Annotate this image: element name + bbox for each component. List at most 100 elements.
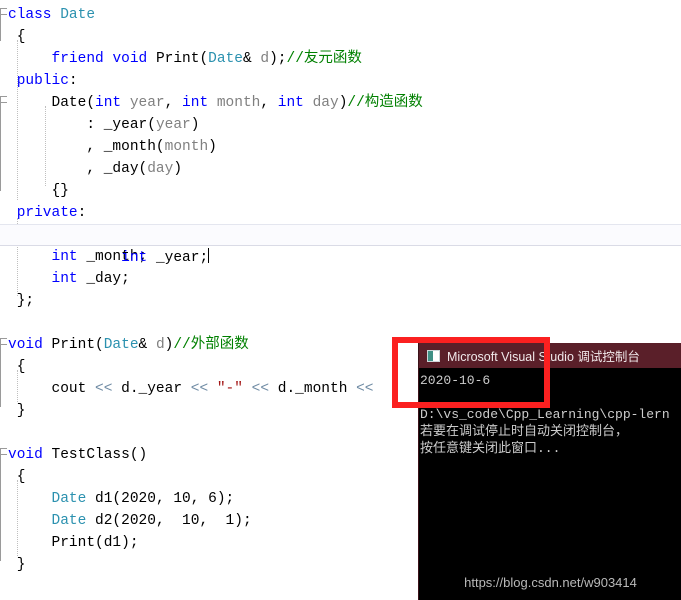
code-token: : (77, 205, 87, 221)
current-line-highlight: int _year; (0, 224, 681, 266)
code-token: Date( (8, 95, 96, 111)
code-line-text: , _month(month) (8, 136, 217, 158)
code-line-text: }; (8, 290, 34, 312)
code-token: { (8, 29, 26, 45)
code-token: class (8, 7, 61, 23)
code-token: , (164, 95, 183, 111)
code-token: private (16, 205, 78, 221)
code-token: void (8, 337, 43, 353)
code-line-text: Date d2(2020, 10, 1); (8, 510, 252, 532)
console-output-line: 2020-10-6 (420, 373, 491, 388)
console-titlebar[interactable]: Microsoft Visual Studio 调试控制台 (419, 343, 681, 368)
code-token: {} (8, 183, 69, 199)
code-line: {} (0, 180, 681, 202)
code-line-text: { (8, 356, 26, 378)
code-token: //友元函数 (286, 51, 362, 67)
text-caret (208, 248, 210, 263)
code-token: , _month( (8, 139, 165, 155)
code-token: , _day( (8, 161, 148, 177)
code-token: << (356, 381, 374, 397)
code-token: Date (103, 337, 139, 353)
code-token: friend (51, 51, 104, 67)
code-line: , _month(month) (0, 136, 681, 158)
code-token: : (68, 73, 78, 89)
code-token: Date (60, 7, 96, 23)
code-line-text: Print(d1); (8, 532, 139, 554)
code-token: int (277, 95, 304, 111)
console-output-line: D:\vs_code\Cpp_Learning\cpp-lern (420, 407, 670, 422)
code-line: Date(int year, int month, int day)//构造函数 (0, 92, 681, 114)
code-line: public: (0, 70, 681, 92)
code-token: Print( (42, 337, 104, 353)
code-token: d1(2020, 10, 6); (86, 491, 235, 507)
code-line-text: Date(int year, int month, int day)//构造函数 (8, 92, 423, 114)
current-line-rest: _year; (147, 250, 209, 266)
code-line-text: void Print(Date& d)//外部函数 (8, 334, 249, 356)
code-token: & (242, 51, 261, 67)
code-token: int (95, 95, 122, 111)
code-token: cout (8, 381, 96, 397)
code-token: Date (51, 491, 87, 507)
code-token: { (8, 469, 26, 485)
code-token: Print(d1); (8, 535, 139, 551)
code-line-text: private: (8, 202, 87, 224)
code-line: }; (0, 290, 681, 312)
code-token: //外部函数 (173, 337, 249, 353)
code-line: { (0, 26, 681, 48)
code-token: ) (190, 117, 200, 133)
code-token: month (216, 95, 261, 111)
code-token: ); (269, 51, 287, 67)
code-line: friend void Print(Date& d);//友元函数 (0, 48, 681, 70)
code-line-text: cout << d._year << "-" << d._month << (8, 378, 374, 400)
code-token: day (312, 95, 339, 111)
code-token: Date (208, 51, 243, 67)
code-token: int (182, 95, 209, 111)
code-line: , _day(day) (0, 158, 681, 180)
code-token: }; (8, 293, 35, 309)
code-token: void (112, 51, 148, 67)
code-line-text: public: (8, 70, 78, 92)
console-window[interactable]: Microsoft Visual Studio 调试控制台 2020-10-6 … (418, 343, 681, 600)
code-line-text: } (8, 554, 26, 576)
code-token: year (155, 117, 191, 133)
code-token: << (251, 381, 270, 397)
console-output-line: 按任意键关闭此窗口... (420, 441, 561, 456)
console-output: 2020-10-6 D:\vs_code\Cpp_Learning\cpp-le… (419, 368, 681, 457)
code-line: class Date (0, 4, 681, 26)
code-token: } (8, 403, 26, 419)
code-token: TestClass() (42, 447, 148, 463)
code-line-text: { (8, 26, 26, 48)
code-token: << (190, 381, 209, 397)
console-window-icon (427, 349, 440, 362)
code-token: d._year (112, 381, 191, 397)
code-token: year (129, 95, 165, 111)
code-line-text: } (8, 400, 26, 422)
code-token: d (260, 51, 270, 67)
code-token: << (95, 381, 113, 397)
code-token: void (8, 447, 43, 463)
code-line-text: class Date (8, 4, 95, 26)
code-token: d2(2020, 10, 1); (86, 513, 252, 529)
code-line-text: void TestClass() (8, 444, 147, 466)
code-line: private: (0, 202, 681, 224)
current-line-indent (78, 250, 122, 266)
code-token: ) (173, 161, 183, 177)
code-token: day (147, 161, 174, 177)
code-line-text: : _year(year) (8, 114, 199, 136)
code-token: Print( (147, 51, 209, 67)
code-line-text: Date d1(2020, 10, 6); (8, 488, 235, 510)
current-line-keyword: int (121, 250, 148, 266)
code-token: , (260, 95, 278, 111)
code-line-text: friend void Print(Date& d);//友元函数 (8, 48, 362, 70)
code-line-text: {} (8, 180, 69, 202)
code-token: "-" (216, 381, 243, 397)
code-token: d (155, 337, 165, 353)
code-token: : _year( (8, 117, 156, 133)
code-token: ) (208, 139, 217, 155)
